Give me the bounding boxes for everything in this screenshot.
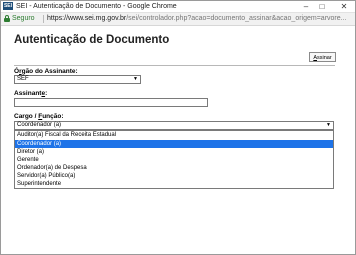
- sei-logo: SEI: [3, 2, 13, 10]
- page-title: Autenticação de Documento: [14, 34, 170, 46]
- page-content: Autenticação de Documento Assinar Órgão …: [1, 25, 355, 254]
- title-bar: SEI SEI - Autenticação de Documento - Go…: [1, 1, 355, 12]
- url-host: https://www.sei.mg.gov.br: [47, 15, 127, 22]
- cargo-label: Cargo / Função:: [14, 113, 64, 120]
- dropdown-option[interactable]: Superintendente: [15, 180, 333, 188]
- cargo-value: Coordenador (a): [17, 122, 62, 128]
- assinante-label: Assinante:: [14, 90, 48, 97]
- chevron-down-icon: ▼: [326, 122, 331, 128]
- dropdown-option[interactable]: Gerente: [15, 156, 333, 164]
- lock-icon: [4, 15, 10, 22]
- chevron-down-icon: ▼: [133, 76, 138, 82]
- close-button[interactable]: ✕: [337, 1, 351, 12]
- assinante-input[interactable]: [14, 98, 208, 107]
- dropdown-option[interactable]: Servidor(a) Público(a): [15, 172, 333, 180]
- maximize-button[interactable]: □: [315, 1, 329, 12]
- dropdown-option[interactable]: Diretor (a): [15, 148, 333, 156]
- assinar-label: ssinar: [317, 55, 332, 61]
- browser-window: SEI SEI - Autenticação de Documento - Go…: [0, 0, 356, 255]
- minimize-button[interactable]: –: [299, 1, 313, 12]
- address-bar[interactable]: Seguro https://www.sei.mg.gov.br/sei/con…: [1, 12, 355, 26]
- dropdown-option[interactable]: Ordenador(a) de Despesa: [15, 164, 333, 172]
- dropdown-option[interactable]: Auditor(a) Fiscal da Receita Estadual: [15, 131, 333, 140]
- orgao-label: Órgão do Assinante:: [14, 68, 78, 75]
- assinar-button[interactable]: Assinar: [309, 52, 336, 62]
- url-text[interactable]: https://www.sei.mg.gov.br/sei/controlado…: [47, 14, 353, 24]
- dropdown-option-selected[interactable]: Coordenador (a): [15, 140, 333, 148]
- title-divider: [14, 65, 335, 66]
- secure-label: Seguro: [12, 15, 35, 22]
- url-path: /sei/controlador.php?acao=documento_assi…: [126, 15, 347, 22]
- cargo-dropdown-list: Auditor(a) Fiscal da Receita Estadual Co…: [14, 130, 334, 189]
- orgao-select[interactable]: SEF ▼: [14, 75, 141, 84]
- orgao-value: SEF: [17, 76, 29, 82]
- address-divider: [43, 15, 44, 23]
- window-title: SEI - Autenticação de Documento - Google…: [16, 3, 177, 10]
- cargo-select[interactable]: Coordenador (a) ▼: [14, 121, 334, 130]
